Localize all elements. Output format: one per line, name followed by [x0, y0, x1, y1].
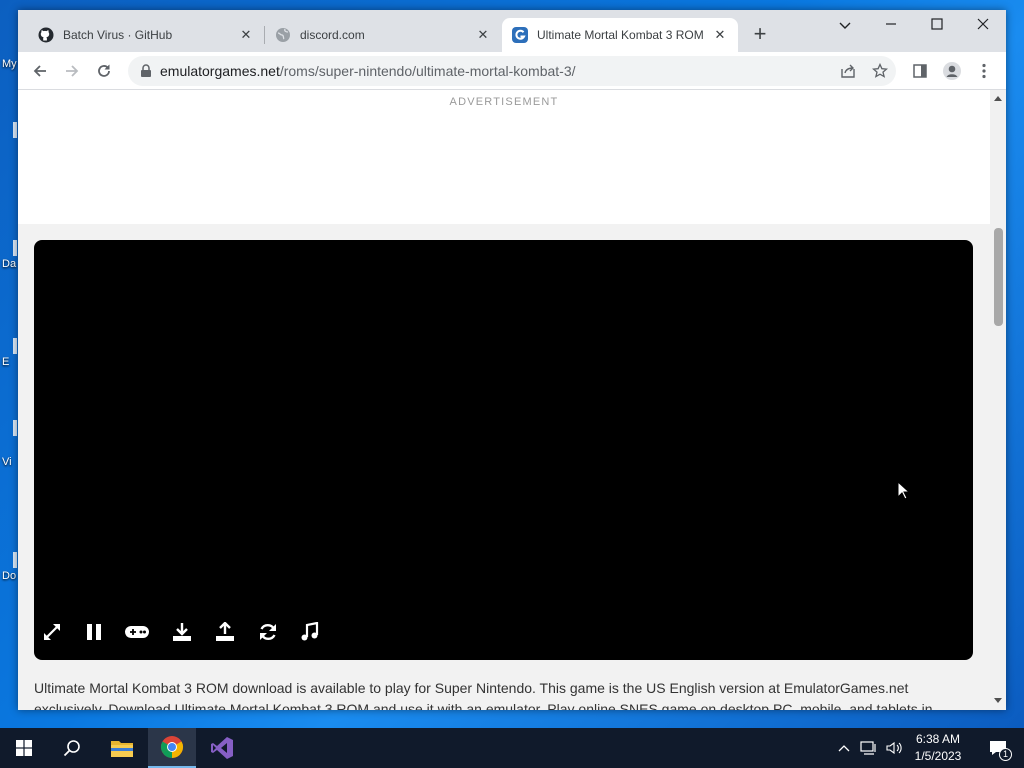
side-panel-button[interactable] [906, 57, 934, 85]
pause-icon [87, 624, 101, 640]
bookmark-button[interactable] [866, 57, 894, 85]
arrow-left-icon [33, 65, 46, 77]
maximize-button[interactable] [914, 10, 960, 40]
desktop-icon[interactable] [13, 338, 17, 354]
lock-icon [141, 64, 151, 77]
tab-strip: Batch Virus · GitHub ✕ discord.com ✕ Ult… [18, 10, 1006, 52]
emulatorgames-icon [512, 27, 528, 43]
address-bar[interactable]: emulatorgames.net/roms/super-nintendo/ul… [128, 56, 896, 86]
chrome-taskbar-button[interactable] [148, 728, 196, 768]
chrome-icon [161, 736, 183, 758]
save-state-button[interactable] [170, 620, 194, 644]
page-scrollbar[interactable] [990, 90, 1006, 710]
network-icon[interactable] [860, 741, 878, 755]
tab-title: Ultimate Mortal Kombat 3 ROM [537, 28, 704, 42]
volume-icon[interactable] [886, 741, 902, 755]
download-icon [173, 623, 191, 641]
search-icon [63, 740, 80, 757]
share-icon [841, 64, 855, 78]
clock-time: 6:38 AM [915, 732, 961, 746]
close-window-button[interactable] [960, 10, 1006, 40]
desktop-icon-label[interactable]: My [2, 58, 17, 70]
arrow-right-icon [66, 65, 79, 77]
minimize-button[interactable] [868, 10, 914, 40]
advertisement-label: ADVERTISEMENT [449, 96, 559, 108]
desktop-icon-label[interactable]: Do [2, 570, 16, 582]
url-path: /roms/super-nintendo/ultimate-mortal-kom… [279, 63, 576, 79]
gamepad-button[interactable] [125, 620, 149, 644]
tab-emulatorgames[interactable]: Ultimate Mortal Kombat 3 ROM ✕ [502, 18, 738, 52]
browser-toolbar: emulatorgames.net/roms/super-nintendo/ul… [18, 52, 1006, 90]
mouse-cursor-icon [897, 481, 911, 500]
taskbar: 6:38 AM 1/5/2023 1 [0, 728, 1024, 768]
menu-button[interactable] [970, 57, 998, 85]
more-vertical-icon [982, 63, 986, 79]
browser-window: Batch Virus · GitHub ✕ discord.com ✕ Ult… [18, 10, 1006, 710]
tab-title: Batch Virus · GitHub [63, 28, 173, 42]
load-state-button[interactable] [213, 620, 237, 644]
desktop-icon[interactable] [13, 122, 17, 138]
forward-button[interactable] [58, 57, 86, 85]
minimize-icon [886, 23, 896, 25]
globe-icon [276, 28, 290, 42]
tab-search-button[interactable] [822, 10, 868, 40]
desktop-icon[interactable] [13, 420, 17, 436]
tab-discord[interactable]: discord.com ✕ [265, 18, 501, 52]
game-description: Ultimate Mortal Kombat 3 ROM download is… [34, 680, 933, 710]
side-panel-icon [913, 64, 927, 78]
maximize-icon [931, 18, 943, 30]
github-icon [38, 27, 54, 43]
advertisement-area: ADVERTISEMENT [18, 90, 990, 224]
sound-button[interactable] [298, 620, 322, 644]
desktop-icon[interactable] [13, 240, 17, 256]
clock-date: 1/5/2023 [914, 749, 962, 763]
new-tab-button[interactable]: + [748, 23, 772, 47]
scroll-down-icon[interactable] [994, 698, 1002, 703]
fullscreen-icon [44, 624, 60, 640]
file-explorer-button[interactable] [98, 728, 146, 768]
reload-button[interactable] [90, 57, 118, 85]
taskbar-clock[interactable]: 6:38 AM 1/5/2023 [906, 731, 970, 765]
windows-icon [16, 740, 32, 756]
scroll-up-icon[interactable] [994, 96, 1002, 101]
gamepad-icon [125, 626, 149, 638]
avatar-icon [943, 62, 961, 80]
desktop-icon-label[interactable]: Da [2, 258, 16, 270]
star-icon [872, 63, 888, 78]
close-tab-icon[interactable]: ✕ [238, 27, 254, 43]
search-button[interactable] [48, 728, 96, 768]
scrollbar-thumb[interactable] [994, 228, 1003, 326]
upload-icon [216, 622, 234, 641]
close-tab-icon[interactable]: ✕ [475, 27, 491, 43]
system-tray [838, 728, 902, 768]
pause-button[interactable] [82, 620, 106, 644]
profile-button[interactable] [938, 57, 966, 85]
desktop-icon-label[interactable]: Vi [2, 456, 12, 468]
page-content: ADVERTISEMENT Ultimate Mortal Kombat 3 R… [18, 90, 990, 710]
tab-github[interactable]: Batch Virus · GitHub ✕ [28, 18, 264, 52]
tab-title: discord.com [300, 28, 365, 42]
restart-button[interactable] [256, 620, 280, 644]
chevron-down-icon [839, 22, 851, 29]
reload-icon [98, 64, 110, 77]
action-center-button[interactable]: 1 [978, 728, 1018, 768]
visual-studio-button[interactable] [198, 728, 246, 768]
music-icon [301, 622, 319, 641]
visual-studio-icon [211, 737, 233, 759]
url-host: emulatorgames.net [160, 63, 280, 79]
desktop-icon[interactable] [13, 552, 17, 568]
close-icon [977, 18, 989, 30]
desktop-icon-label[interactable]: E [2, 356, 9, 368]
notification-count-badge: 1 [999, 748, 1012, 761]
back-button[interactable] [26, 57, 54, 85]
close-tab-icon[interactable]: ✕ [712, 27, 728, 43]
start-button[interactable] [0, 728, 48, 768]
folder-icon [111, 741, 133, 757]
fullscreen-button[interactable] [40, 620, 64, 644]
chevron-up-icon[interactable] [838, 744, 850, 752]
refresh-icon [260, 623, 276, 641]
share-button[interactable] [834, 57, 862, 85]
emulator-player[interactable] [34, 240, 973, 660]
url-text: emulatorgames.net/roms/super-nintendo/ul… [160, 63, 576, 79]
